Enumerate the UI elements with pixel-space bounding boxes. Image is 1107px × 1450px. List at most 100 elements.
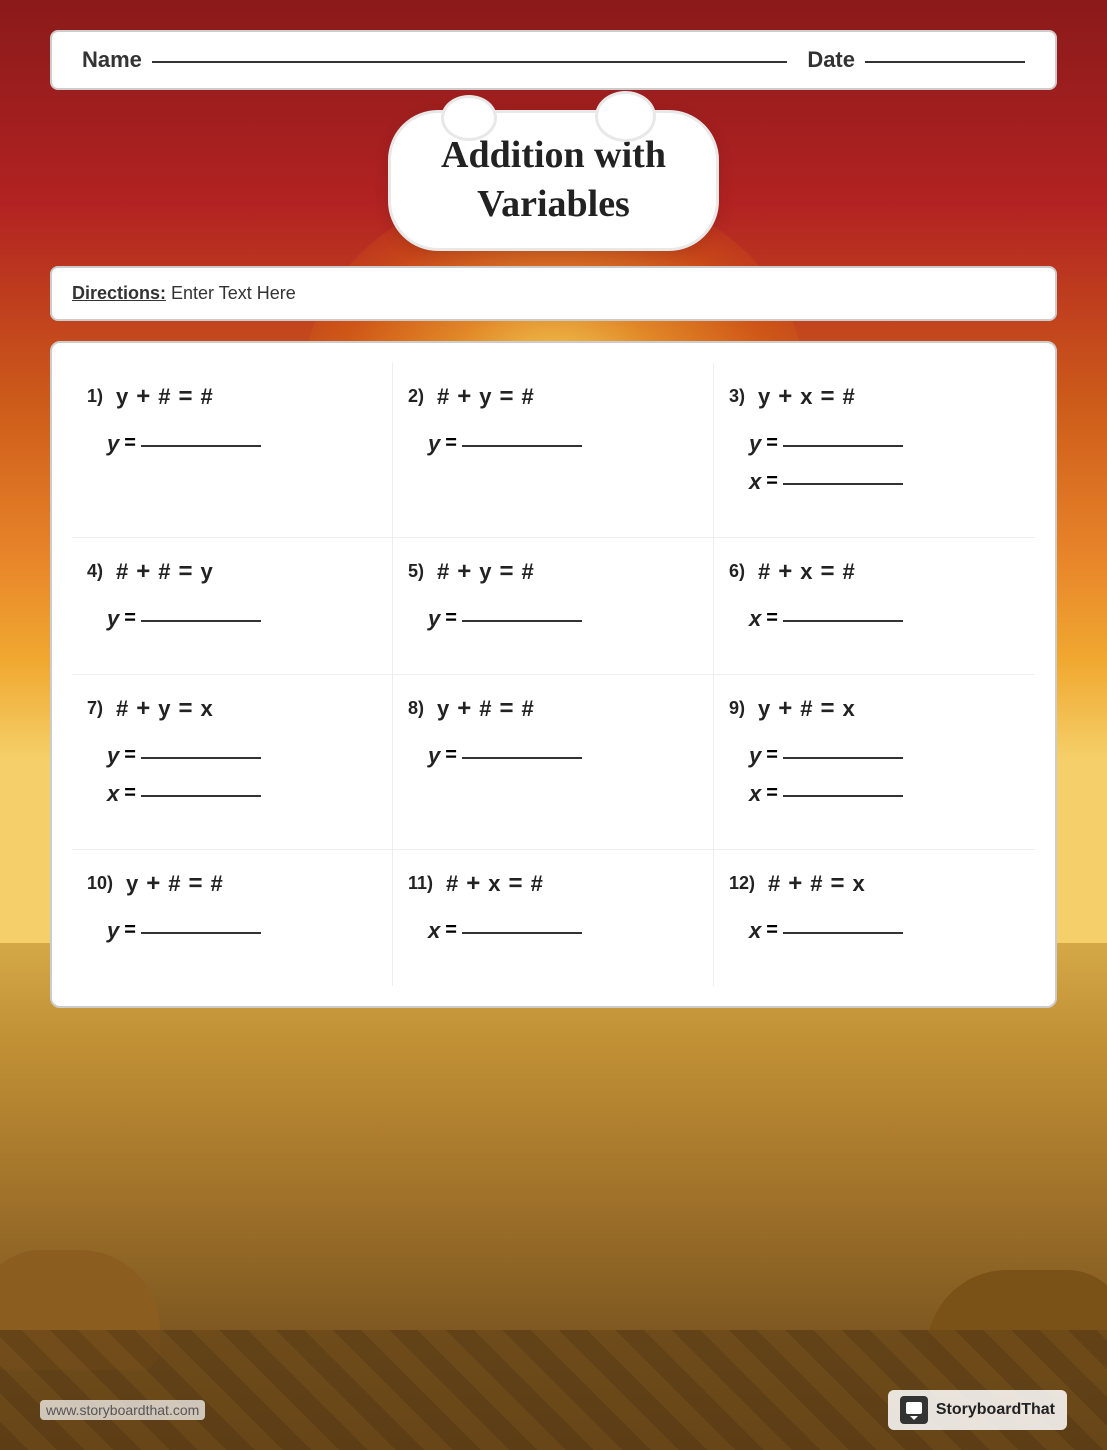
- prob-num-12: 12): [729, 873, 755, 894]
- hash-2b: #: [522, 384, 534, 410]
- problem-cell-12: 12) # + # = x x =: [714, 850, 1035, 986]
- answer-10-y: y =: [107, 918, 377, 944]
- hash-4a: #: [116, 559, 128, 585]
- var-x-7: x: [201, 696, 213, 722]
- prob-num-10: 10): [87, 873, 113, 894]
- hash-10b: #: [211, 871, 223, 897]
- var-y-10: y: [126, 871, 138, 897]
- problem-cell-4: 4) # + # = y y =: [72, 538, 393, 675]
- problem-cell-8: 8) y + # = # y =: [393, 675, 714, 850]
- hash-11b: #: [531, 871, 543, 897]
- var-y-1: y: [116, 384, 128, 410]
- directions-text: Directions: Enter Text Here: [72, 283, 296, 303]
- problem-equation-4: 4) # + # = y: [87, 558, 377, 586]
- name-section: Name: [82, 47, 787, 73]
- prob-num-9: 9): [729, 698, 745, 719]
- prob-num-6: 6): [729, 561, 745, 582]
- answer-9-x: x =: [749, 781, 1020, 807]
- problem-cell-7: 7) # + y = x y = x =: [72, 675, 393, 850]
- var-x-6: x: [800, 559, 812, 585]
- hash-7a: #: [116, 696, 128, 722]
- hash-5a: #: [437, 559, 449, 585]
- hash-1a: #: [158, 384, 170, 410]
- answer-7-y: y =: [107, 743, 377, 769]
- header-box: Name Date: [50, 30, 1057, 90]
- hash-5b: #: [522, 559, 534, 585]
- hash-8b: #: [522, 696, 534, 722]
- problem-cell-10: 10) y + # = # y =: [72, 850, 393, 986]
- footer-logo: StoryboardThat: [888, 1390, 1067, 1430]
- name-line: [152, 61, 787, 63]
- title-line1: Addition with: [441, 134, 666, 176]
- date-label: Date: [807, 47, 855, 73]
- problem-cell-11: 11) # + x = # x =: [393, 850, 714, 986]
- var-x-12: x: [853, 871, 865, 897]
- storyboard-icon: [900, 1396, 928, 1424]
- problem-cell-5: 5) # + y = # y =: [393, 538, 714, 675]
- problem-cell-9: 9) y + # = x y = x =: [714, 675, 1035, 850]
- hash-2a: #: [437, 384, 449, 410]
- answer-7-x: x =: [107, 781, 377, 807]
- date-line: [865, 61, 1025, 63]
- problem-equation-2: 2) # + y = #: [408, 383, 698, 411]
- hash-11a: #: [446, 871, 458, 897]
- directions-box: Directions: Enter Text Here: [50, 266, 1057, 321]
- name-label: Name: [82, 47, 142, 73]
- prob-num-8: 8): [408, 698, 424, 719]
- problem-equation-9: 9) y + # = x: [729, 695, 1020, 723]
- title-text: Addition with Variables: [441, 131, 666, 230]
- prob-num-7: 7): [87, 698, 103, 719]
- title-container: Addition with Variables: [50, 110, 1057, 251]
- problem-equation-3: 3) y + x = #: [729, 383, 1020, 411]
- page-content: Name Date Addition with Variables Direct…: [0, 0, 1107, 1038]
- footer-url: www.storyboardthat.com: [40, 1400, 205, 1420]
- hash-12a: #: [768, 871, 780, 897]
- problem-equation-1: 1) y + # = #: [87, 383, 377, 411]
- var-y-8: y: [437, 696, 449, 722]
- problem-equation-5: 5) # + y = #: [408, 558, 698, 586]
- hash-3: #: [843, 384, 855, 410]
- problem-cell-2: 2) # + y = # y =: [393, 363, 714, 538]
- date-section: Date: [807, 47, 1025, 73]
- title-line2: Variables: [477, 183, 630, 225]
- footer-brand: StoryboardThat: [936, 1401, 1055, 1419]
- answer-1-y: y =: [107, 431, 377, 457]
- answer-9-y: y =: [749, 743, 1020, 769]
- answer-6-x: x =: [749, 606, 1020, 632]
- problem-equation-8: 8) y + # = #: [408, 695, 698, 723]
- problem-equation-7: 7) # + y = x: [87, 695, 377, 723]
- prob-num-3: 3): [729, 386, 745, 407]
- worksheet-box: 1) y + # = # y = 2) # +: [50, 341, 1057, 1008]
- problem-cell-3: 3) y + x = # y = x =: [714, 363, 1035, 538]
- problem-cell-1: 1) y + # = # y =: [72, 363, 393, 538]
- prob-num-4: 4): [87, 561, 103, 582]
- answer-8-y: y =: [428, 743, 698, 769]
- hash-8a: #: [479, 696, 491, 722]
- answer-12-x: x =: [749, 918, 1020, 944]
- hash-1b: #: [201, 384, 213, 410]
- var-y-5: y: [479, 559, 491, 585]
- answer-5-y: y =: [428, 606, 698, 632]
- hash-4b: #: [158, 559, 170, 585]
- var-x-3: x: [800, 384, 812, 410]
- prob-num-1: 1): [87, 386, 103, 407]
- hash-9a: #: [800, 696, 812, 722]
- prob-num-2: 2): [408, 386, 424, 407]
- prob-num-5: 5): [408, 561, 424, 582]
- problem-equation-12: 12) # + # = x: [729, 870, 1020, 898]
- answer-4-y: y =: [107, 606, 377, 632]
- problems-grid: 1) y + # = # y = 2) # +: [72, 363, 1035, 986]
- var-y-9: y: [758, 696, 770, 722]
- problem-equation-6: 6) # + x = #: [729, 558, 1020, 586]
- answer-2-y: y =: [428, 431, 698, 457]
- prob-num-11: 11): [408, 873, 433, 894]
- hash-10a: #: [168, 871, 180, 897]
- hash-12b: #: [810, 871, 822, 897]
- answer-3-y: y =: [749, 431, 1020, 457]
- directions-label: Directions:: [72, 283, 166, 303]
- var-y-2: y: [479, 384, 491, 410]
- var-x-9: x: [843, 696, 855, 722]
- hash-6b: #: [843, 559, 855, 585]
- var-x-11: x: [488, 871, 500, 897]
- answer-3-x: x =: [749, 469, 1020, 495]
